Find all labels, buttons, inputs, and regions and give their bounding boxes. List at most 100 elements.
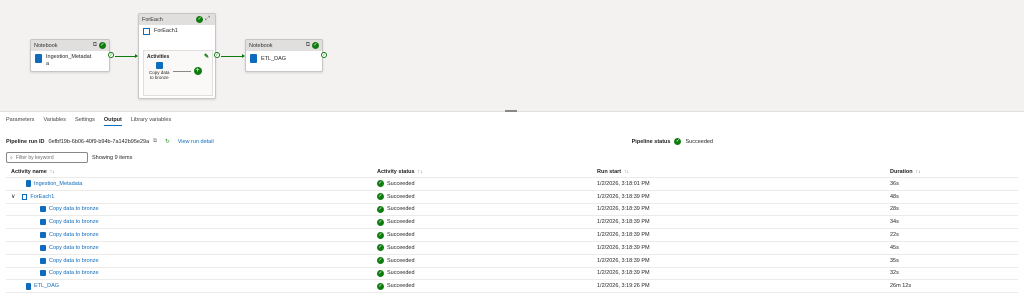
connector-success-icon[interactable]: ✓ bbox=[108, 52, 114, 58]
success-check-icon: ✓ bbox=[196, 16, 204, 23]
pipeline-status-value: Succeeded bbox=[685, 138, 713, 145]
open-external-icon[interactable]: ⧉ bbox=[93, 42, 97, 49]
success-check-icon: ✓ bbox=[377, 218, 384, 226]
activity-name-link[interactable]: Copy data to bronze bbox=[49, 245, 99, 251]
open-external-icon[interactable]: ⧉ bbox=[306, 42, 310, 49]
table-row[interactable]: Ingestion_Metadata ✓ Succeeded 1/2/2026, … bbox=[6, 178, 1018, 191]
inner-activity-line2: to bronze bbox=[149, 75, 169, 80]
table-row[interactable]: Copy data to bronze ✓ Succeeded 1/2/2026,… bbox=[6, 216, 1018, 230]
activities-panel[interactable]: Activities ✎ Copy data to bronze + bbox=[143, 50, 213, 96]
run-start: 1/2/2026, 3:18:39 PM bbox=[597, 257, 650, 264]
activity-runs-table: Activity name ↑↓ Activity status ↑↓ Run st… bbox=[6, 167, 1018, 294]
resize-handle[interactable] bbox=[505, 110, 517, 112]
table-header-row: Activity name ↑↓ Activity status ↑↓ Run st… bbox=[6, 167, 1018, 178]
copy-data-icon bbox=[40, 206, 46, 213]
activity-status: Succeeded bbox=[387, 193, 415, 200]
col-header-name[interactable]: Activity name ↑↓ bbox=[11, 167, 55, 177]
activity-status: Succeeded bbox=[387, 257, 415, 264]
activities-label: Activities bbox=[147, 53, 170, 60]
search-icon: ⌕ bbox=[10, 154, 13, 161]
expand-icon[interactable]: ⤢ bbox=[205, 16, 210, 23]
activity-name-link[interactable]: ForEach1 bbox=[30, 194, 54, 200]
copy-data-icon bbox=[40, 232, 46, 239]
activity-status: Succeeded bbox=[387, 206, 415, 213]
tab-output[interactable]: Output bbox=[103, 117, 122, 126]
run-start: 1/2/2026, 3:18:39 PM bbox=[597, 219, 650, 226]
duration: 35s bbox=[890, 257, 899, 264]
connector-success-icon[interactable]: ✓ bbox=[321, 52, 327, 58]
tab-parameters[interactable]: Parameters bbox=[6, 117, 34, 126]
success-check-icon: ✓ bbox=[377, 269, 384, 277]
foreach-icon bbox=[22, 193, 28, 200]
activity-name-link[interactable]: Copy data to bronze bbox=[49, 258, 99, 264]
connector-success-icon[interactable]: ✓ bbox=[214, 52, 220, 58]
notebook-activity-ingestion[interactable]: Notebook ⧉ ✓ Ingestion_Metadat a bbox=[30, 39, 110, 72]
success-check-icon: ✓ bbox=[377, 180, 384, 188]
activity-name-link[interactable]: Copy data to bronze bbox=[49, 232, 99, 238]
tab-library-variables[interactable]: Library variables bbox=[131, 117, 171, 126]
run-start: 1/2/2026, 3:18:39 PM bbox=[597, 270, 650, 277]
node-name-line1: Ingestion_Metadat bbox=[46, 54, 92, 60]
chevron-down-icon[interactable]: ∨ bbox=[11, 193, 15, 200]
activity-status: Succeeded bbox=[387, 270, 415, 277]
copy-data-icon bbox=[40, 219, 46, 226]
activity-name-link[interactable]: Copy data to bronze bbox=[49, 219, 99, 225]
filter-input[interactable]: ⌕ Filter by keyword bbox=[6, 152, 88, 163]
table-row[interactable]: ETL_DAG ✓ Succeeded 1/2/2026, 3:19:26 PM … bbox=[6, 280, 1018, 294]
refresh-icon[interactable]: ↻ bbox=[165, 139, 170, 145]
activity-name-link[interactable]: Copy data to bronze bbox=[49, 206, 99, 212]
activity-status: Succeeded bbox=[387, 232, 415, 239]
success-check-icon: ✓ bbox=[312, 42, 319, 49]
table-row[interactable]: Copy data to bronze ✓ Succeeded 1/2/2026,… bbox=[6, 242, 1018, 255]
table-row[interactable]: ∨ ForEach1 ✓ Succeeded 1/2/2026, 3:18:39 P… bbox=[6, 191, 1018, 204]
success-check-icon: ✓ bbox=[377, 231, 384, 239]
node-type-label: Notebook bbox=[249, 42, 273, 49]
view-run-detail-link[interactable]: View run detail bbox=[178, 139, 214, 145]
col-header-start[interactable]: Run start ↑↓ bbox=[597, 167, 629, 177]
activity-status: Succeeded bbox=[387, 180, 415, 187]
connector-line bbox=[221, 56, 242, 57]
node-type-label: Notebook bbox=[34, 42, 58, 49]
table-row[interactable]: Copy data to bronze ✓ Succeeded 1/2/2026,… bbox=[6, 229, 1018, 242]
node-name-line2: a bbox=[46, 60, 50, 67]
foreach-icon bbox=[143, 28, 150, 35]
sort-icon: ↑↓ bbox=[49, 169, 55, 175]
inner-arrow-line bbox=[172, 70, 191, 72]
activity-name-link[interactable]: Copy data to bronze bbox=[49, 270, 99, 276]
duration: 45s bbox=[890, 244, 899, 251]
node-name: ETL_DAG bbox=[261, 56, 287, 62]
node-header: Notebook ⧉ ✓ bbox=[31, 40, 109, 51]
copy-icon[interactable]: ⧉ bbox=[153, 138, 157, 145]
activity-status: Succeeded bbox=[387, 283, 415, 290]
run-start: 1/2/2026, 3:19:26 PM bbox=[597, 283, 650, 290]
run-id-label: Pipeline run ID bbox=[6, 138, 45, 145]
notebook-activity-etl[interactable]: Notebook ⧉ ✓ ETL_DAG bbox=[245, 39, 323, 72]
copy-data-icon bbox=[40, 244, 46, 251]
duration: 22s bbox=[890, 232, 899, 239]
copy-data-icon bbox=[155, 62, 163, 69]
success-check-icon: ✓ bbox=[377, 193, 384, 201]
add-activity-icon[interactable]: + bbox=[193, 67, 202, 75]
table-row[interactable]: Copy data to bronze ✓ Succeeded 1/2/2026,… bbox=[6, 204, 1018, 217]
edit-icon[interactable]: ✎ bbox=[204, 53, 209, 60]
table-row[interactable]: Copy data to bronze ✓ Succeeded 1/2/2026,… bbox=[6, 255, 1018, 268]
col-header-status[interactable]: Activity status ↑↓ bbox=[377, 167, 423, 177]
success-check-icon: ✓ bbox=[377, 244, 384, 252]
run-start: 1/2/2026, 3:18:39 PM bbox=[597, 232, 650, 239]
sort-icon: ↑↓ bbox=[915, 169, 921, 175]
notebook-icon bbox=[26, 282, 31, 290]
tab-variables[interactable]: Variables bbox=[43, 117, 66, 126]
pipeline-canvas[interactable]: Notebook ⧉ ✓ Ingestion_Metadat a ✓ ForEa… bbox=[0, 0, 1024, 111]
notebook-icon bbox=[35, 54, 42, 63]
pipeline-status-label: Pipeline status bbox=[631, 138, 671, 145]
items-count: Showing 9 items bbox=[92, 155, 133, 161]
run-start: 1/2/2026, 3:18:39 PM bbox=[597, 206, 650, 213]
node-header: Notebook ⧉ ✓ bbox=[246, 40, 322, 51]
table-row[interactable]: Copy data to bronze ✓ Succeeded 1/2/2026,… bbox=[6, 268, 1018, 281]
activity-name-link[interactable]: ETL_DAG bbox=[34, 283, 59, 289]
tab-settings[interactable]: Settings bbox=[75, 117, 95, 126]
foreach-activity[interactable]: ForEach ✓ ⤢ ForEach1 Activities ✎ Copy d… bbox=[138, 13, 216, 99]
activity-name-link[interactable]: Ingestion_Metadata bbox=[34, 181, 82, 187]
col-header-duration[interactable]: Duration ↑↓ bbox=[890, 167, 921, 177]
sort-icon: ↑↓ bbox=[624, 169, 630, 175]
